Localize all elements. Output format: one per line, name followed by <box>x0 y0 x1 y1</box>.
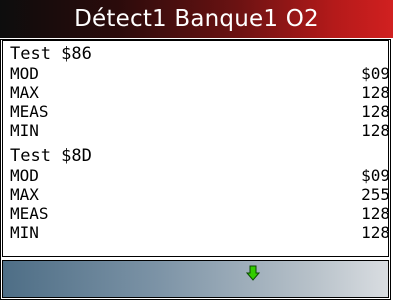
results-list: Test $86 MOD $09 MAX 128 MEAS 128 MIN 128 Te… <box>10 45 390 243</box>
row-value: 128 <box>361 223 390 242</box>
row-value: 255 <box>361 185 390 204</box>
down-arrow-icon[interactable] <box>245 265 261 281</box>
row-value: 128 <box>361 204 390 223</box>
test-row: MIN 128 <box>10 223 390 242</box>
row-label: MEAS <box>10 204 49 223</box>
row-value: 128 <box>361 83 390 102</box>
test-title: Test $86 <box>10 45 390 64</box>
test-title-label: Test $86 <box>10 44 92 64</box>
row-label: MIN <box>10 121 39 140</box>
row-label: MAX <box>10 185 39 204</box>
test-title: Test $8D <box>10 147 390 166</box>
row-label: MIN <box>10 223 39 242</box>
row-label: MAX <box>10 83 39 102</box>
row-label: MEAS <box>10 102 49 121</box>
test-row: MAX 255 <box>10 185 390 204</box>
test-row: MAX 128 <box>10 83 390 102</box>
row-value: $09 <box>361 64 390 83</box>
row-value: 128 <box>361 102 390 121</box>
test-row: MEAS 128 <box>10 204 390 223</box>
scan-tool-screen: Détect1 Banque1 O2 Test $86 MOD $09 MAX 12… <box>0 0 393 301</box>
results-panel[interactable]: Test $86 MOD $09 MAX 128 MEAS 128 MIN 128 Te… <box>2 40 390 257</box>
test-row: MIN 128 <box>10 121 390 140</box>
row-value: $09 <box>361 166 390 185</box>
test-row: MEAS 128 <box>10 102 390 121</box>
test-row: MOD $09 <box>10 64 390 83</box>
row-label: MOD <box>10 166 39 185</box>
footer-bar <box>2 260 389 298</box>
title-bar: Détect1 Banque1 O2 <box>0 0 393 38</box>
screen-title: Détect1 Banque1 O2 <box>74 6 319 32</box>
test-row: MOD $09 <box>10 166 390 185</box>
down-arrow-icon-graphic <box>245 265 261 281</box>
row-value: 128 <box>361 121 390 140</box>
test-title-label: Test $8D <box>10 146 92 166</box>
row-label: MOD <box>10 64 39 83</box>
